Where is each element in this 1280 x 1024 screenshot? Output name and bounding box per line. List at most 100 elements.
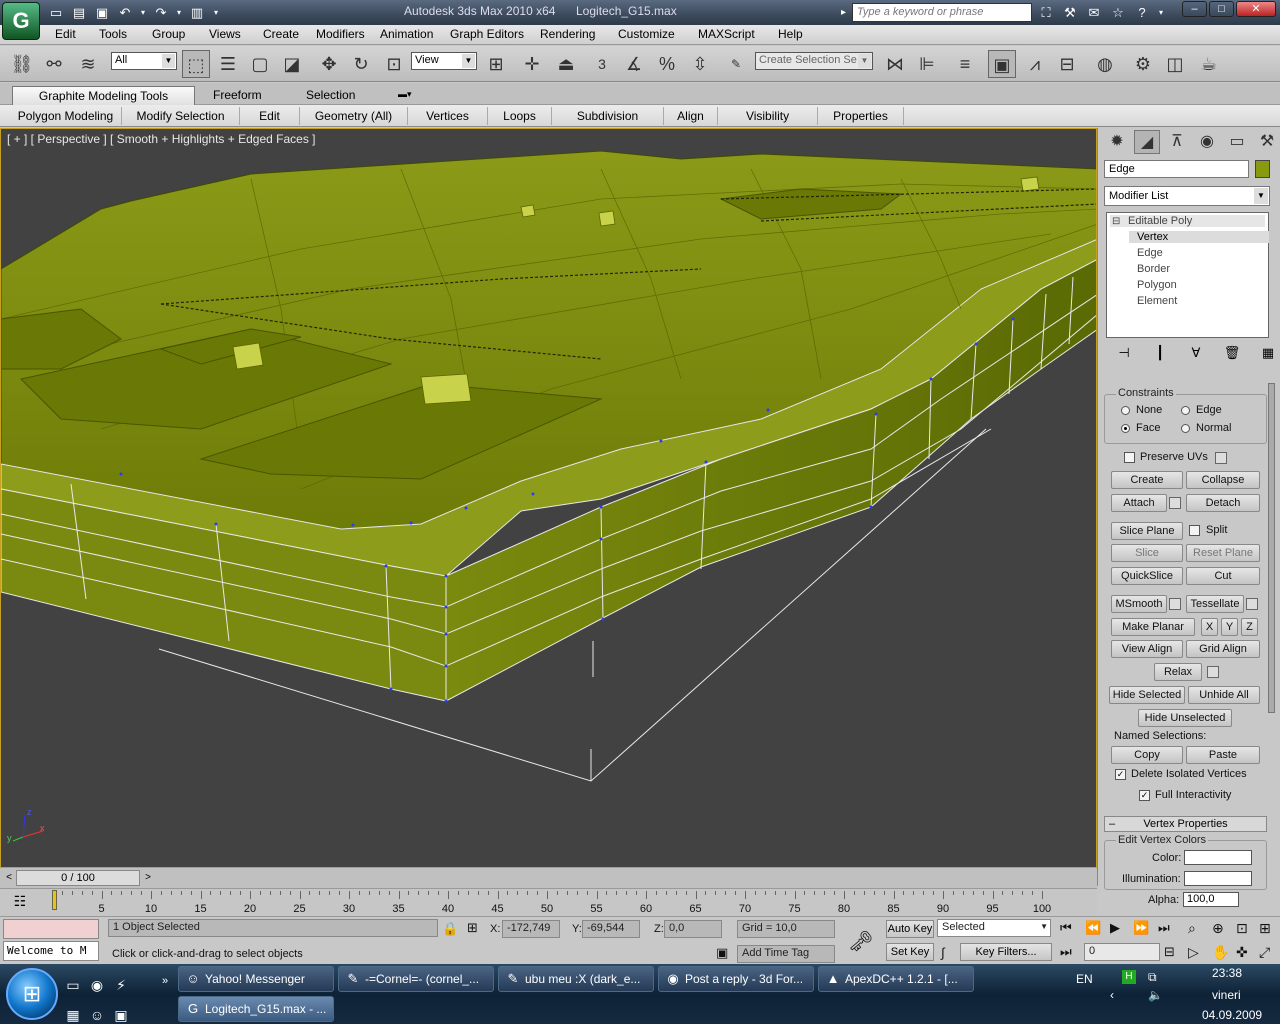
selection-filter-dropdown[interactable]: All ▼ <box>111 52 177 70</box>
task-ubu-meu[interactable]: ✎ ubu meu :X (dark_e... <box>498 966 654 992</box>
slice-plane-button[interactable]: Slice Plane <box>1111 522 1183 540</box>
select-object-icon[interactable]: ⬚ <box>182 50 210 78</box>
rectangular-selection-icon[interactable]: ▢ <box>246 50 274 78</box>
copy-button[interactable]: Copy <box>1111 746 1183 764</box>
layer-manager-icon[interactable]: ≡ <box>951 50 979 78</box>
create-button[interactable]: Create <box>1111 471 1183 489</box>
preserve-uvs-settings-icon[interactable] <box>1215 452 1227 464</box>
panel-scrollbar[interactable] <box>1268 383 1275 713</box>
track-bar[interactable]: ☷ 5 10 15 20 25 30 35 40 45 50 55 60 65 70 75 80 85 90 95 1… <box>0 888 1097 916</box>
frame-ruler[interactable]: 5 10 15 20 25 30 35 40 45 50 55 60 65 70 75 80 85 90 95 100 <box>52 890 1051 915</box>
network-icon[interactable]: ⧉ <box>1148 970 1157 985</box>
task-post-reply[interactable]: ◉ Post a reply - 3d For... <box>658 966 814 992</box>
start-button[interactable]: ⊞ <box>6 968 58 1020</box>
msmooth-settings-icon[interactable] <box>1169 598 1181 610</box>
set-key-button[interactable]: Set Key <box>886 943 934 961</box>
clock-time[interactable]: 23:38 <box>1212 966 1242 980</box>
reference-coordinate-dropdown[interactable]: View ▼ <box>411 52 477 70</box>
relax-button[interactable]: Relax <box>1154 663 1202 681</box>
detach-button[interactable]: Detach <box>1186 494 1260 512</box>
tessellate-settings-icon[interactable] <box>1246 598 1258 610</box>
menu-animation[interactable]: Animation <box>380 27 433 41</box>
preserve-uvs-checkbox[interactable] <box>1124 452 1135 463</box>
zoom-all-icon[interactable]: ⊕ <box>1212 920 1224 937</box>
stack-item-edge[interactable]: Edge <box>1129 247 1163 259</box>
panel-polygon-modeling[interactable]: Polygon Modeling <box>10 107 122 125</box>
key-mode-dropdown[interactable]: Selected ▼ <box>937 919 1051 937</box>
task-yahoo-messenger[interactable]: ☺ Yahoo! Messenger <box>178 966 334 992</box>
redo-dropdown-icon[interactable]: ▾ <box>174 3 184 22</box>
go-to-start-icon[interactable]: ⏮ <box>1060 920 1072 936</box>
select-manipulate-icon[interactable]: ✛ <box>518 50 546 78</box>
delete-isolated-checkbox[interactable]: ✓ <box>1115 769 1126 780</box>
illumination-color-swatch[interactable] <box>1184 871 1252 886</box>
angle-snap-icon[interactable]: ∡ <box>620 50 648 78</box>
hierarchy-tab-icon[interactable]: ⊼ <box>1164 130 1190 154</box>
render-setup-icon[interactable]: ⚙ <box>1129 50 1157 78</box>
panel-visibility[interactable]: Visibility <box>718 107 818 125</box>
viewport-label[interactable]: [ + ] [ Perspective ] [ Smooth + Highlig… <box>7 132 316 146</box>
split-checkbox[interactable] <box>1189 525 1200 536</box>
menu-help[interactable]: Help <box>778 27 803 41</box>
maxscript-output[interactable]: Welcome to M <box>3 941 99 961</box>
qat-dropdown-icon[interactable]: ▾ <box>210 3 222 22</box>
go-to-end-icon[interactable]: ⏭ <box>1158 920 1170 936</box>
undo-dropdown-icon[interactable]: ▾ <box>138 3 148 22</box>
stack-item-polygon[interactable]: Polygon <box>1129 279 1177 291</box>
create-tab-icon[interactable]: ✹ <box>1104 130 1130 154</box>
language-indicator[interactable]: EN <box>1076 972 1093 986</box>
save-file-icon[interactable]: ▣ <box>92 3 112 22</box>
panel-properties[interactable]: Properties <box>818 107 904 125</box>
vertex-properties-rollout[interactable]: – Vertex Properties <box>1104 816 1267 832</box>
time-slider-prev-icon[interactable]: < <box>2 870 16 886</box>
maximize-viewport-icon[interactable]: ⤢ <box>1259 944 1270 961</box>
attach-button[interactable]: Attach <box>1111 494 1167 512</box>
expand-minus-icon[interactable]: ⊟ <box>1112 216 1120 227</box>
hide-unselected-button[interactable]: Hide Unselected <box>1138 709 1232 727</box>
utilities-tab-icon[interactable]: ⚒ <box>1254 130 1280 154</box>
cut-button[interactable]: Cut <box>1186 567 1260 585</box>
alpha-spinner[interactable]: 100,0 <box>1183 892 1239 907</box>
edit-named-selections-icon[interactable]: ✎ <box>722 50 750 78</box>
unlink-icon[interactable]: ⚯ <box>40 50 68 78</box>
binoculars-icon[interactable]: ⛶ <box>1036 3 1056 22</box>
time-config-icon[interactable]: ⊟ <box>1164 944 1175 960</box>
set-key-mode-icon[interactable]: 🗝 <box>848 929 873 954</box>
communication-icon[interactable]: ✉ <box>1084 3 1104 22</box>
keyboard-shortcut-override-icon[interactable]: ⏏ <box>552 50 580 78</box>
unhide-all-button[interactable]: Unhide All <box>1188 686 1260 704</box>
panel-modify-selection[interactable]: Modify Selection <box>122 107 240 125</box>
panel-align[interactable]: Align <box>664 107 718 125</box>
winamp-icon[interactable]: ⚡ <box>112 976 130 994</box>
show-end-result-icon[interactable]: ┃ <box>1146 344 1174 362</box>
named-selection-sets-dropdown[interactable]: Create Selection Se ▼ <box>755 52 873 70</box>
time-slider[interactable]: < 0 / 100 > <box>0 868 1097 888</box>
schematic-view-icon[interactable]: ⊟ <box>1053 50 1081 78</box>
zoom-extents-all-icon[interactable]: ⊞ <box>1259 920 1271 937</box>
subscription-icon[interactable]: ⚒ <box>1060 3 1080 22</box>
ribbon-minimize-icon[interactable]: ▬▾ <box>394 86 416 105</box>
panel-vertices[interactable]: Vertices <box>408 107 488 125</box>
pan-view-icon[interactable]: ✋ <box>1212 944 1229 961</box>
minimize-icon[interactable]: – <box>1182 1 1207 17</box>
z-coord-field[interactable]: 0,0 <box>664 920 722 938</box>
planar-z-button[interactable]: Z <box>1241 618 1258 636</box>
volume-icon[interactable]: 🔈 <box>1148 988 1163 1002</box>
menu-customize[interactable]: Customize <box>618 27 675 41</box>
pin-stack-icon[interactable]: ⊣ <box>1110 344 1138 362</box>
application-button[interactable]: G <box>2 2 40 40</box>
tessellate-button[interactable]: Tessellate <box>1186 595 1244 613</box>
viewport-scene[interactable] <box>1 129 1097 868</box>
configure-modifier-sets-icon[interactable]: ▦ <box>1254 344 1280 362</box>
lock-selection-icon[interactable]: 🔒 <box>442 921 458 937</box>
maxscript-listener-input[interactable] <box>3 919 99 939</box>
absolute-mode-icon[interactable]: ⊞ <box>467 920 478 936</box>
select-and-link-icon[interactable]: ⛓ <box>8 50 36 78</box>
help-icon[interactable]: ? <box>1132 3 1152 22</box>
object-color-swatch[interactable] <box>1255 160 1270 178</box>
key-mode-toggle-icon[interactable]: ⏭ <box>1060 944 1072 960</box>
menu-views[interactable]: Views <box>209 27 241 41</box>
mirror-icon[interactable]: ⋈ <box>881 50 909 78</box>
task-apexdc[interactable]: ▲ ApexDC++ 1.2.1 - [... <box>818 966 974 992</box>
msmooth-button[interactable]: MSmooth <box>1111 595 1167 613</box>
